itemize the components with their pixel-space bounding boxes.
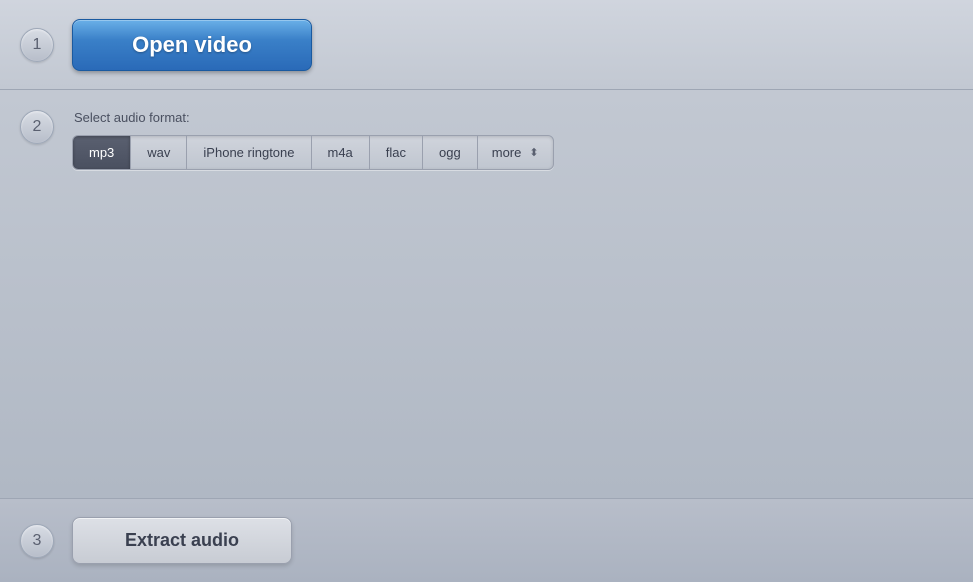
section-2: 2 Select audio format: mp3 wav iPhone ri… xyxy=(0,90,973,499)
format-btn-mp3[interactable]: mp3 xyxy=(73,136,131,169)
step-3-circle: 3 xyxy=(20,524,54,558)
more-label: more xyxy=(478,136,528,169)
dropdown-arrow-icon: ⬍ xyxy=(527,137,548,168)
open-video-button[interactable]: Open video xyxy=(72,19,312,71)
format-btn-ogg[interactable]: ogg xyxy=(423,136,478,169)
format-btn-iphone-ringtone[interactable]: iPhone ringtone xyxy=(187,136,311,169)
section-2-content: Select audio format: mp3 wav iPhone ring… xyxy=(72,110,554,170)
select-format-label: Select audio format: xyxy=(74,110,554,125)
section-1: 1 Open video xyxy=(0,0,973,90)
section-3: 3 Extract audio xyxy=(0,499,973,582)
format-btn-flac[interactable]: flac xyxy=(370,136,423,169)
format-btn-m4a[interactable]: m4a xyxy=(312,136,370,169)
step-1-number: 1 xyxy=(33,36,42,54)
step-3-number: 3 xyxy=(33,532,42,550)
extract-audio-button[interactable]: Extract audio xyxy=(72,517,292,564)
step-2-circle: 2 xyxy=(20,110,54,144)
step-1-circle: 1 xyxy=(20,28,54,62)
format-btn-wav[interactable]: wav xyxy=(131,136,187,169)
app-container: 1 Open video 2 Select audio format: mp3 … xyxy=(0,0,973,582)
step-2-number: 2 xyxy=(33,118,42,136)
format-bar: mp3 wav iPhone ringtone m4a flac ogg mor… xyxy=(72,135,554,170)
more-dropdown-wrapper[interactable]: more ⬍ xyxy=(478,136,553,169)
